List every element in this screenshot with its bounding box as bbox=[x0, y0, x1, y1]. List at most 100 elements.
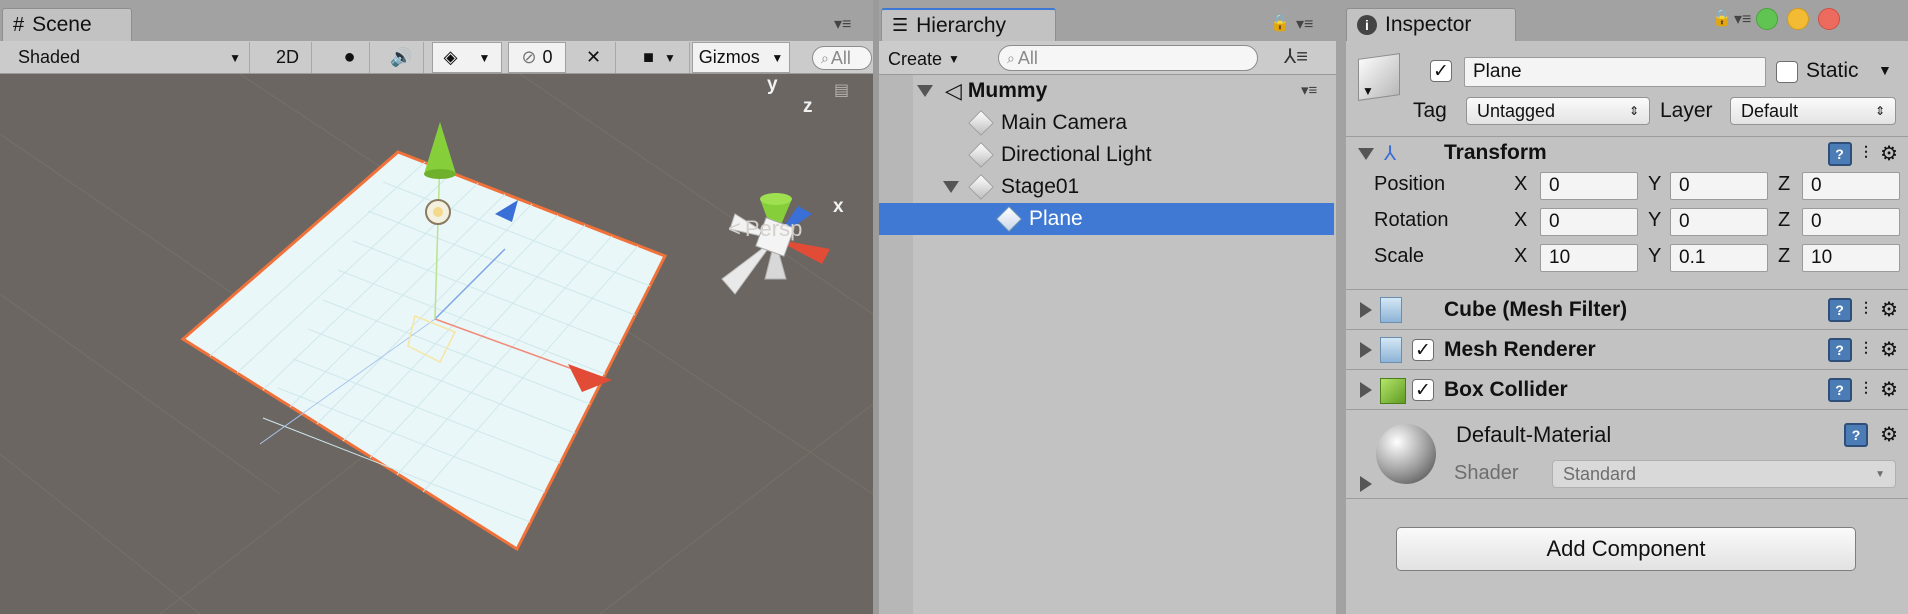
lock-icon[interactable]: ▤ bbox=[834, 80, 849, 100]
directional-light-gizmo[interactable] bbox=[425, 199, 451, 225]
static-dropdown-arrow-icon[interactable]: ▼ bbox=[1878, 62, 1892, 78]
create-dropdown[interactable]: Create ▼ bbox=[888, 46, 960, 72]
expand-arrow-icon[interactable] bbox=[1360, 382, 1372, 398]
inspector-panel-menu-icon[interactable]: ▾≡ bbox=[1734, 9, 1751, 29]
scale-z-value: 10 bbox=[1811, 247, 1833, 268]
scene-item-menu-icon[interactable]: ▾≡ bbox=[1301, 81, 1317, 99]
rotation-x-field[interactable]: 0 bbox=[1540, 208, 1638, 236]
help-book-icon[interactable]: ? bbox=[1827, 337, 1852, 362]
shader-value: Standard bbox=[1563, 463, 1637, 484]
box-collider-icon bbox=[1380, 378, 1406, 404]
preset-sliders-icon[interactable]: ⫶ bbox=[1864, 379, 1869, 400]
position-label: Position bbox=[1374, 173, 1446, 195]
hierarchy-item-plane[interactable]: Plane bbox=[879, 203, 1334, 235]
mode-2d-label: 2D bbox=[275, 47, 299, 67]
scene-search-input[interactable]: ⌕ All bbox=[812, 46, 872, 70]
position-z-field[interactable]: 0 bbox=[1802, 172, 1900, 200]
object-dropdown-arrow-icon[interactable]: ▼ bbox=[1362, 84, 1374, 98]
tools-toggle[interactable]: ✕ bbox=[572, 42, 616, 73]
position-y-field[interactable]: 0 bbox=[1670, 172, 1768, 200]
preset-sliders-icon[interactable]: ⫶ bbox=[1864, 143, 1869, 164]
box-collider-enabled-checkbox[interactable]: ✓ bbox=[1412, 379, 1434, 401]
collapse-arrow-icon[interactable] bbox=[1358, 148, 1374, 160]
persp-toggle[interactable]: < Persp bbox=[728, 216, 802, 242]
scale-y-label: Y bbox=[1648, 245, 1662, 267]
create-label: Create bbox=[888, 48, 943, 69]
expand-arrow-icon[interactable] bbox=[1360, 302, 1372, 318]
rotation-x-value: 0 bbox=[1549, 211, 1560, 232]
position-x-field[interactable]: 0 bbox=[1540, 172, 1638, 200]
settings-gear-icon[interactable]: ⚙ bbox=[1880, 337, 1898, 362]
close-window-button[interactable] bbox=[1756, 8, 1778, 30]
expand-arrow-icon[interactable] bbox=[943, 181, 959, 193]
inspector-lock-icon[interactable]: 🔒 bbox=[1712, 8, 1732, 28]
scene-viewport[interactable]: y z x ▤ < Persp bbox=[0, 74, 873, 614]
expand-arrow-icon[interactable] bbox=[917, 85, 933, 97]
gizmos-label: Gizmos bbox=[698, 47, 760, 67]
object-active-checkbox[interactable]: ✓ bbox=[1430, 60, 1452, 82]
scene-canvas[interactable] bbox=[0, 74, 873, 614]
mesh-renderer-enabled-checkbox[interactable]: ✓ bbox=[1412, 339, 1434, 361]
tab-scene[interactable]: # Scene bbox=[2, 8, 132, 41]
help-book-icon[interactable]: ? bbox=[1827, 141, 1852, 166]
rotation-y-field[interactable]: 0 bbox=[1670, 208, 1768, 236]
lighting-toggle[interactable]: ● bbox=[330, 42, 370, 73]
orientation-gizmo[interactable] bbox=[721, 193, 830, 295]
speaker-icon: 🔊 bbox=[390, 47, 413, 67]
dropdown-arrow-icon: ▼ bbox=[229, 50, 241, 65]
effects-toggle[interactable]: ◈ ▼ bbox=[432, 42, 502, 73]
hierarchy-panel-menu-icon[interactable]: ▾≡ bbox=[1296, 14, 1313, 34]
transform-component: ⅄ Transform ? ⫶ ⚙ Position X 0 Y 0 Z 0 R… bbox=[1346, 136, 1908, 289]
list-icon: ☰ bbox=[892, 15, 909, 35]
settings-gear-icon[interactable]: ⚙ bbox=[1880, 422, 1898, 447]
shading-mode-dropdown[interactable]: Shaded ▼ bbox=[10, 42, 250, 73]
settings-gear-icon[interactable]: ⚙ bbox=[1880, 141, 1898, 166]
panel-divider[interactable] bbox=[1336, 0, 1346, 614]
mesh-filter-component[interactable]: Cube (Mesh Filter) ? ⫶ ⚙ bbox=[1346, 289, 1908, 329]
hidden-objects-toggle[interactable]: ⊘ 0 bbox=[508, 42, 566, 73]
camera-dropdown[interactable]: ■ ▼ bbox=[630, 42, 690, 73]
hierarchy-item-directional-light[interactable]: Directional Light bbox=[879, 139, 1334, 171]
move-y-arrow[interactable] bbox=[424, 122, 456, 174]
persp-arrow-icon: < bbox=[728, 216, 741, 241]
hierarchy-lock-icon[interactable]: 🔒 bbox=[1270, 13, 1290, 33]
object-name-field[interactable]: Plane bbox=[1464, 57, 1766, 87]
help-book-icon[interactable]: ? bbox=[1827, 377, 1852, 402]
shader-dropdown[interactable]: Standard ▼ bbox=[1552, 460, 1896, 488]
mesh-renderer-component[interactable]: ✓ Mesh Renderer ? ⫶ ⚙ bbox=[1346, 329, 1908, 369]
hierarchy-filter-icon[interactable]: ⅄≡ bbox=[1284, 44, 1308, 69]
preset-sliders-icon[interactable]: ⫶ bbox=[1864, 299, 1869, 320]
tab-hierarchy[interactable]: ☰ Hierarchy bbox=[881, 8, 1056, 41]
mesh-filter-header-icons: ? ⫶ ⚙ bbox=[1827, 297, 1898, 322]
preset-sliders-icon[interactable]: ⫶ bbox=[1864, 339, 1869, 360]
scene-panel-menu-icon[interactable]: ▾≡ bbox=[834, 14, 851, 34]
scene-root-item[interactable]: ◁ Mummy bbox=[879, 75, 1334, 107]
hierarchy-item-main-camera[interactable]: Main Camera bbox=[879, 107, 1334, 139]
box-collider-component[interactable]: ✓ Box Collider ? ⫶ ⚙ bbox=[1346, 369, 1908, 409]
hierarchy-item-stage01[interactable]: Stage01 bbox=[879, 171, 1334, 203]
static-checkbox[interactable] bbox=[1776, 61, 1798, 83]
tab-inspector[interactable]: i Inspector bbox=[1346, 8, 1516, 41]
transform-axes-icon: ⅄ bbox=[1384, 143, 1397, 165]
minimize-window-button[interactable] bbox=[1787, 8, 1809, 30]
expand-arrow-icon[interactable] bbox=[1360, 342, 1372, 358]
gizmos-dropdown[interactable]: Gizmos ▼ bbox=[692, 42, 790, 73]
settings-gear-icon[interactable]: ⚙ bbox=[1880, 377, 1898, 402]
scale-y-field[interactable]: 0.1 bbox=[1670, 244, 1768, 272]
settings-gear-icon[interactable]: ⚙ bbox=[1880, 297, 1898, 322]
add-component-button[interactable]: Add Component bbox=[1396, 527, 1856, 571]
audio-toggle[interactable]: 🔊 bbox=[380, 42, 424, 73]
help-book-icon[interactable]: ? bbox=[1844, 422, 1869, 447]
tag-dropdown[interactable]: Untagged ⇕ bbox=[1466, 97, 1650, 125]
zoom-window-button[interactable] bbox=[1818, 8, 1840, 30]
help-book-icon[interactable]: ? bbox=[1827, 297, 1852, 322]
plane-object[interactable] bbox=[180, 150, 668, 552]
scale-z-field[interactable]: 10 bbox=[1802, 244, 1900, 272]
layer-dropdown[interactable]: Default ⇕ bbox=[1730, 97, 1896, 125]
grid-icon: # bbox=[13, 13, 25, 36]
hierarchy-search-input[interactable]: ⌕ All bbox=[998, 45, 1258, 71]
expand-arrow-icon[interactable] bbox=[1360, 476, 1372, 492]
scale-x-field[interactable]: 10 bbox=[1540, 244, 1638, 272]
mode-2d-toggle[interactable]: 2D bbox=[264, 42, 312, 73]
rotation-z-field[interactable]: 0 bbox=[1802, 208, 1900, 236]
